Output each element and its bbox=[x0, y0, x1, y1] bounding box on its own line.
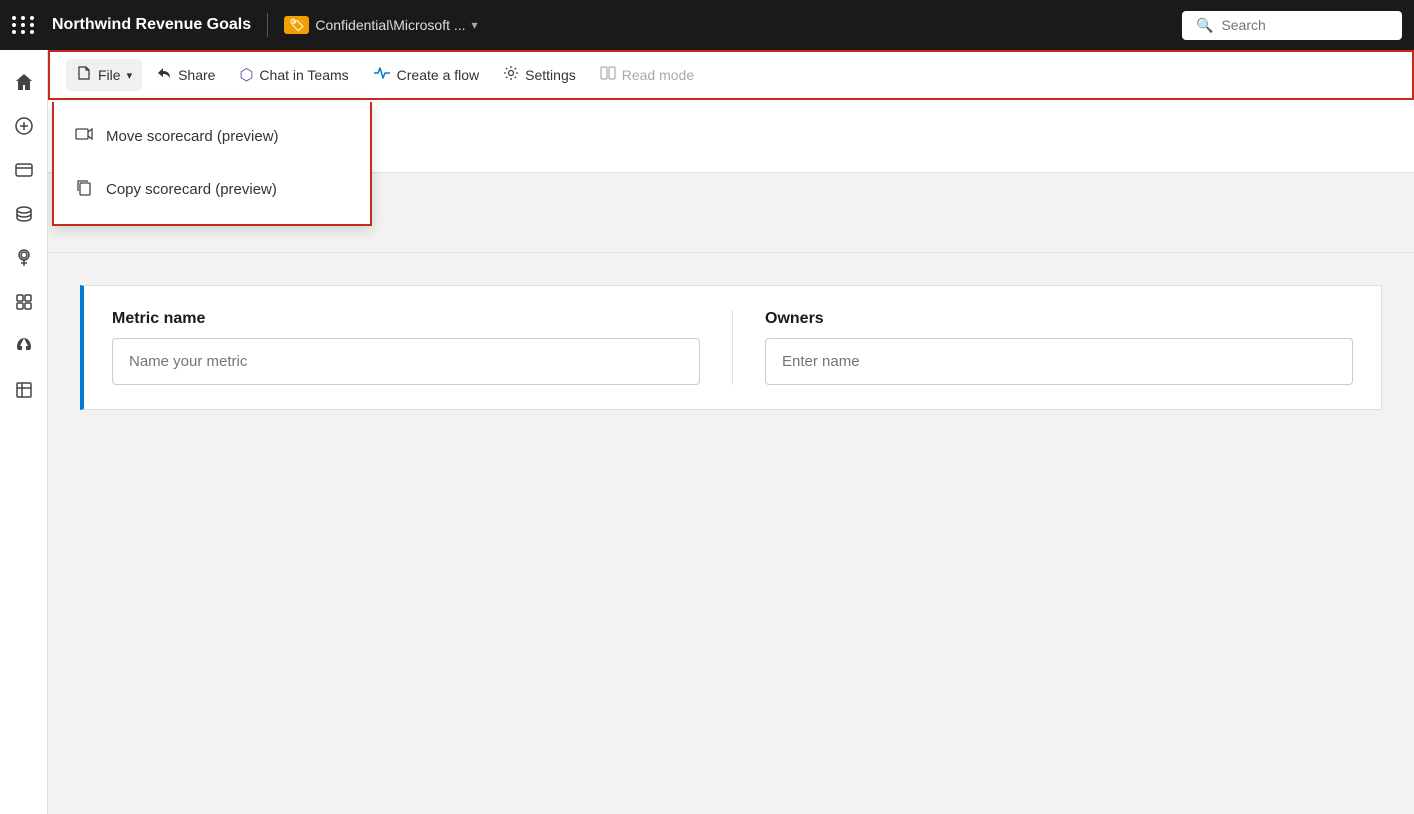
form-divider bbox=[732, 310, 733, 385]
sidebar-item-deploy[interactable] bbox=[4, 326, 44, 366]
sidebar bbox=[0, 50, 48, 814]
search-icon: 🔍 bbox=[1196, 17, 1213, 34]
file-label: File bbox=[98, 67, 121, 83]
owners-label: Owners bbox=[765, 310, 1353, 328]
sidebar-item-data[interactable] bbox=[4, 194, 44, 234]
metric-name-input[interactable] bbox=[112, 338, 700, 385]
file-button[interactable]: File ▾ bbox=[66, 59, 142, 91]
metric-name-label: Metric name bbox=[112, 310, 700, 328]
share-button[interactable]: Share bbox=[146, 59, 225, 91]
chat-label: Chat in Teams bbox=[259, 67, 348, 83]
settings-icon bbox=[503, 65, 519, 85]
share-icon bbox=[156, 65, 172, 85]
toolbar: File ▾ Share ⬡ Chat in Teams Create a fl… bbox=[48, 50, 1414, 100]
owners-section: Owners bbox=[765, 310, 1353, 385]
move-icon bbox=[74, 124, 94, 149]
settings-label: Settings bbox=[525, 67, 576, 83]
copy-scorecard-label: Copy scorecard (preview) bbox=[106, 181, 277, 198]
copy-scorecard-item[interactable]: Copy scorecard (preview) bbox=[54, 163, 370, 216]
tag-icon: 🏷 bbox=[284, 16, 309, 34]
readmode-icon bbox=[600, 65, 616, 85]
settings-button[interactable]: Settings bbox=[493, 59, 586, 91]
move-scorecard-item[interactable]: Move scorecard (preview) bbox=[54, 110, 370, 163]
content-area: File ▾ Share ⬡ Chat in Teams Create a fl… bbox=[48, 50, 1414, 814]
sidebar-item-apps[interactable] bbox=[4, 282, 44, 322]
topbar-divider bbox=[267, 13, 268, 37]
move-scorecard-label: Move scorecard (preview) bbox=[106, 128, 279, 145]
metric-form-area: Metric name Owners bbox=[48, 253, 1414, 442]
metric-form-card: Metric name Owners bbox=[80, 285, 1382, 410]
sidebar-item-home[interactable] bbox=[4, 62, 44, 102]
search-input[interactable] bbox=[1221, 17, 1388, 33]
app-grid-button[interactable] bbox=[12, 16, 36, 34]
file-icon bbox=[76, 65, 92, 85]
share-label: Share bbox=[178, 67, 215, 83]
owners-input[interactable] bbox=[765, 338, 1353, 385]
search-box[interactable]: 🔍 bbox=[1182, 11, 1402, 40]
confidential-label[interactable]: 🏷 Confidential\Microsoft ... ▾ bbox=[284, 16, 477, 34]
main-layout: File ▾ Share ⬡ Chat in Teams Create a fl… bbox=[0, 50, 1414, 814]
file-dropdown-menu: Move scorecard (preview) Copy scorecard … bbox=[52, 102, 372, 226]
sidebar-item-learn[interactable] bbox=[4, 370, 44, 410]
metric-name-section: Metric name bbox=[112, 310, 700, 385]
teams-icon: ⬡ bbox=[239, 65, 253, 85]
sidebar-item-goals[interactable] bbox=[4, 238, 44, 278]
topbar: Northwind Revenue Goals 🏷 Confidential\M… bbox=[0, 0, 1414, 50]
chevron-down-icon: ▾ bbox=[127, 69, 133, 82]
chat-button[interactable]: ⬡ Chat in Teams bbox=[229, 59, 358, 91]
readmode-label: Read mode bbox=[622, 67, 694, 83]
confidential-text: Confidential\Microsoft ... bbox=[315, 17, 465, 33]
chevron-down-icon: ▾ bbox=[472, 18, 478, 32]
app-title: Northwind Revenue Goals bbox=[52, 16, 251, 34]
readmode-button[interactable]: Read mode bbox=[590, 59, 704, 91]
flow-icon bbox=[373, 66, 391, 84]
copy-icon bbox=[74, 177, 94, 202]
sidebar-item-create[interactable] bbox=[4, 106, 44, 146]
flow-button[interactable]: Create a flow bbox=[363, 60, 489, 90]
flow-label: Create a flow bbox=[397, 67, 479, 83]
sidebar-item-browse[interactable] bbox=[4, 150, 44, 190]
